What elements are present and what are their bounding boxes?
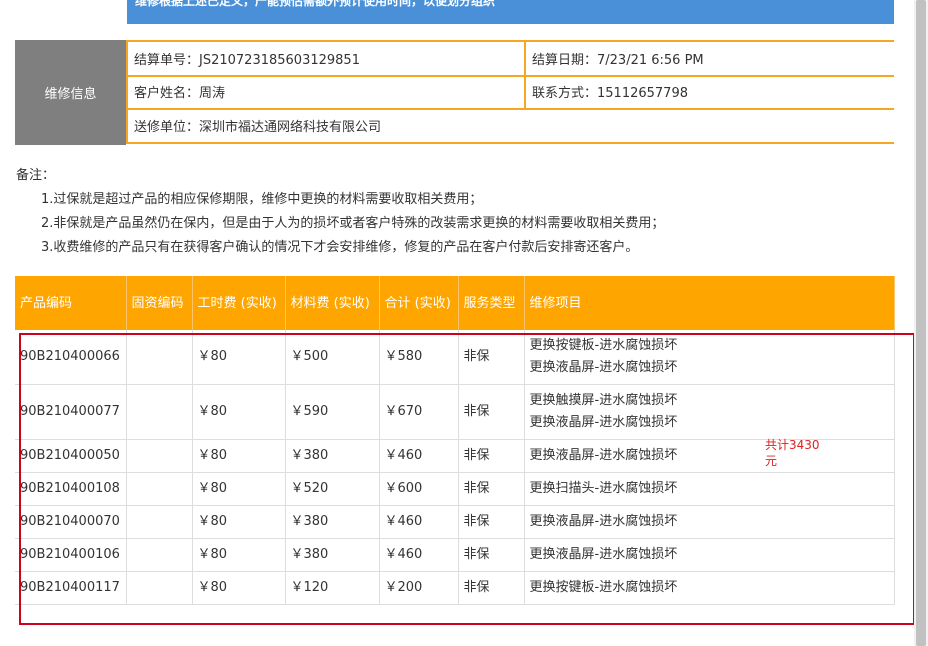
repair-items-table: 产品编码 固资编码 工时费 (实收) 材料费 (实收) 合计 (实收) 服务类型… [15, 276, 895, 605]
vertical-scrollbar[interactable] [914, 0, 928, 646]
header-repair-items: 维修项目 [524, 276, 895, 330]
total-fee: ￥460 [379, 439, 459, 473]
total-fee: ￥600 [379, 472, 459, 506]
table-row: 90B210400050 ￥80 ￥380 ￥460 非保 更换液晶屏-进水腐蚀… [15, 439, 895, 473]
remark-line: 3.收费维修的产品只有在获得客户确认的情况下才会安排维修，修复的产品在客户付款后… [41, 240, 639, 255]
table-header-row: 产品编码 固资编码 工时费 (实收) 材料费 (实收) 合计 (实收) 服务类型… [15, 276, 895, 330]
repair-items: 更换按键板-进水腐蚀损坏 更换液晶屏-进水腐蚀损坏 [524, 330, 895, 385]
repair-items: 更换液晶屏-进水腐蚀损坏 [524, 439, 895, 473]
service-type: 非保 [458, 472, 525, 506]
service-type: 非保 [458, 538, 525, 572]
repair-item: 更换液晶屏-进水腐蚀损坏 [529, 360, 678, 375]
repair-items: 更换扫描头-进水腐蚀损坏 [524, 472, 895, 506]
remark-line: 1.过保就是超过产品的相应保修期限，维修中更换的材料需要收取相关费用； [41, 192, 483, 207]
labor-fee: ￥80 [192, 330, 286, 385]
material-fee: ￥500 [285, 330, 380, 385]
table-row: 90B210400106 ￥80 ￥380 ￥460 非保 更换液晶屏-进水腐蚀… [15, 538, 895, 572]
service-type: 非保 [458, 505, 525, 539]
repair-item: 更换触摸屏-进水腐蚀损坏 [529, 393, 678, 408]
table-row: 90B210400066 ￥80 ￥500 ￥580 非保 更换按键板-进水腐蚀… [15, 330, 895, 385]
header-material-fee: 材料费 (实收) [285, 276, 380, 330]
product-code: 90B210400106 [15, 538, 127, 572]
repair-items: 更换按键板-进水腐蚀损坏 [524, 571, 895, 605]
service-type: 非保 [458, 571, 525, 605]
remarks-title: 备注： [16, 168, 56, 183]
customer-name: 客户姓名：周涛 [126, 75, 526, 108]
header-asset-code: 固资编码 [126, 276, 193, 330]
material-fee: ￥380 [285, 439, 380, 473]
header-service-type: 服务类型 [458, 276, 525, 330]
repair-item: 更换液晶屏-进水腐蚀损坏 [529, 415, 678, 430]
labor-fee: ￥80 [192, 538, 286, 572]
total-fee: ￥460 [379, 538, 459, 572]
total-sum-annotation: 共计3430元 [765, 438, 820, 468]
order-number: 结算单号：JS210723185603129851 [126, 42, 526, 75]
table-row: 90B210400070 ￥80 ￥380 ￥460 非保 更换液晶屏-进水腐蚀… [15, 505, 895, 539]
product-code: 90B210400117 [15, 571, 127, 605]
repair-item: 更换液晶屏-进水腐蚀损坏 [529, 547, 678, 562]
contact-phone: 联系方式：15112657798 [524, 75, 896, 108]
scrollbar-thumb[interactable] [916, 0, 926, 646]
info-row-order: 结算单号：JS210723185603129851 结算日期：7/23/21 6… [126, 40, 894, 77]
material-fee: ￥520 [285, 472, 380, 506]
asset-code [126, 505, 193, 539]
info-row-sender: 送修单位：深圳市福达通网络科技有限公司 [126, 109, 894, 144]
asset-code [126, 538, 193, 572]
repair-item: 更换液晶屏-进水腐蚀损坏 [529, 514, 678, 529]
product-code: 90B210400070 [15, 505, 127, 539]
remark-line: 2.非保就是产品虽然仍在保内，但是由于人为的损坏或者客户特殊的改装需求更换的材料… [41, 216, 665, 231]
header-product-code: 产品编码 [15, 276, 127, 330]
total-fee: ￥460 [379, 505, 459, 539]
material-fee: ￥380 [285, 538, 380, 572]
banner-text: 维修根据上述已定义，产能预估需额外预计使用时间，以便划分组织 [135, 0, 496, 8]
asset-code [126, 571, 193, 605]
material-fee: ￥590 [285, 384, 380, 440]
info-row-customer: 客户姓名：周涛 联系方式：15112657798 [126, 75, 894, 110]
repair-item: 更换按键板-进水腐蚀损坏 [529, 338, 678, 353]
asset-code [126, 330, 193, 385]
labor-fee: ￥80 [192, 439, 286, 473]
repair-item: 更换按键板-进水腐蚀损坏 [529, 580, 678, 595]
table-row: 90B210400108 ￥80 ￥520 ￥600 非保 更换扫描头-进水腐蚀… [15, 472, 895, 506]
repair-item: 更换液晶屏-进水腐蚀损坏 [529, 448, 678, 463]
settle-date: 结算日期：7/23/21 6:56 PM [524, 42, 896, 75]
product-code: 90B210400077 [15, 384, 127, 440]
total-fee: ￥670 [379, 384, 459, 440]
asset-code [126, 439, 193, 473]
service-type: 非保 [458, 439, 525, 473]
total-fee: ￥200 [379, 571, 459, 605]
asset-code [126, 472, 193, 506]
repair-items: 更换液晶屏-进水腐蚀损坏 [524, 538, 895, 572]
repair-info-heading: 维修信息 [15, 40, 126, 145]
remarks: 备注： 1.过保就是超过产品的相应保修期限，维修中更换的材料需要收取相关费用； … [16, 164, 896, 260]
total-fee: ￥580 [379, 330, 459, 385]
labor-fee: ￥80 [192, 505, 286, 539]
asset-code [126, 384, 193, 440]
service-type: 非保 [458, 330, 525, 385]
repair-item: 更换扫描头-进水腐蚀损坏 [529, 481, 678, 496]
top-banner: 维修根据上述已定义，产能预估需额外预计使用时间，以便划分组织 [127, 0, 894, 24]
repair-info-block: 维修信息 结算单号：JS210723185603129851 结算日期：7/23… [15, 40, 894, 145]
service-type: 非保 [458, 384, 525, 440]
sender-unit: 送修单位：深圳市福达通网络科技有限公司 [126, 109, 894, 142]
product-code: 90B210400108 [15, 472, 127, 506]
labor-fee: ￥80 [192, 472, 286, 506]
product-code: 90B210400050 [15, 439, 127, 473]
header-total: 合计 (实收) [379, 276, 459, 330]
labor-fee: ￥80 [192, 571, 286, 605]
table-row: 90B210400077 ￥80 ￥590 ￥670 非保 更换触摸屏-进水腐蚀… [15, 384, 895, 440]
repair-items: 更换液晶屏-进水腐蚀损坏 [524, 505, 895, 539]
material-fee: ￥120 [285, 571, 380, 605]
table-row: 90B210400117 ￥80 ￥120 ￥200 非保 更换按键板-进水腐蚀… [15, 571, 895, 605]
labor-fee: ￥80 [192, 384, 286, 440]
header-labor-fee: 工时费 (实收) [192, 276, 286, 330]
product-code: 90B210400066 [15, 330, 127, 385]
repair-items: 更换触摸屏-进水腐蚀损坏 更换液晶屏-进水腐蚀损坏 [524, 384, 895, 440]
material-fee: ￥380 [285, 505, 380, 539]
